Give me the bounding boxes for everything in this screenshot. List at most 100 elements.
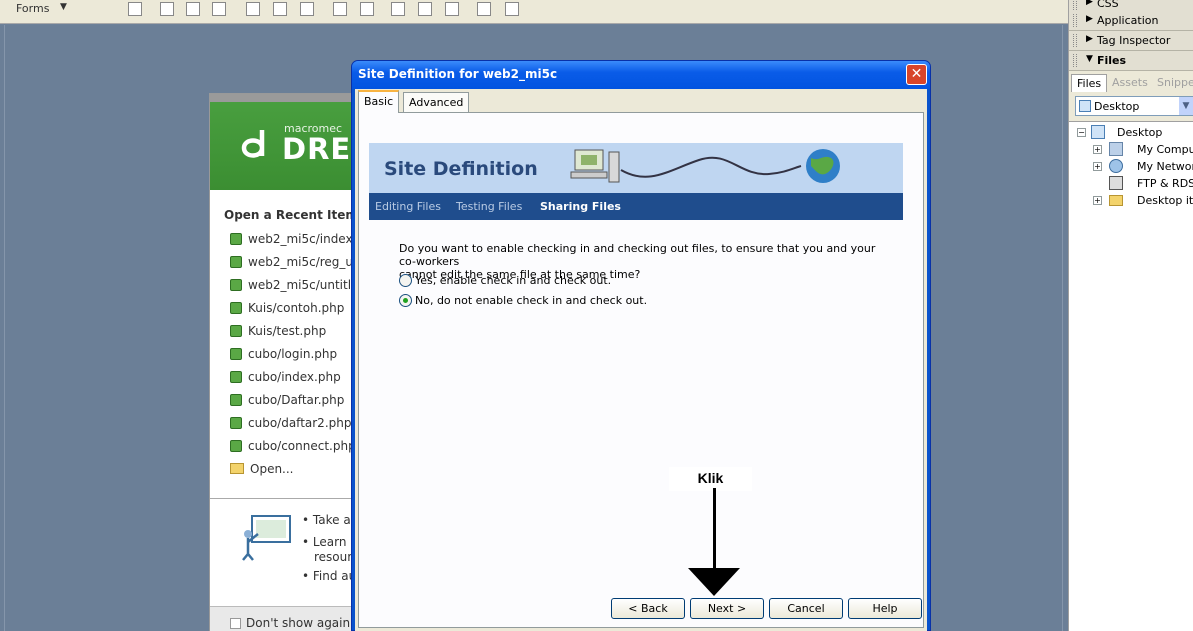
radio-group-icon[interactable] [300,2,314,16]
back-button[interactable]: < Back [611,598,685,619]
tree-label: My Compute [1137,143,1193,156]
tutorial-icon [242,515,291,561]
tab-snippets[interactable]: Snippe [1152,74,1193,92]
recent-item[interactable]: web2_mi5c/untitled [230,278,366,292]
grip-icon[interactable] [1073,34,1077,47]
next-button[interactable]: Next > [690,598,764,619]
tree-label: FTP & RDS S [1137,177,1193,190]
file-field-icon[interactable] [418,2,432,16]
collapse-arrow-icon: ▼ [1086,54,1093,64]
grip-icon[interactable] [1073,0,1077,10]
cancel-button[interactable]: Cancel [769,598,843,619]
open-label: Open... [250,462,294,476]
recent-item-label: Kuis/test.php [248,324,327,338]
grip-icon[interactable] [1073,14,1077,27]
radio-label: No, do not enable check in and check out… [415,294,648,307]
help-link-learn-cont[interactable]: resour [302,551,358,570]
desktop-icon [1079,100,1091,112]
tab-files[interactable]: Files [1071,74,1108,92]
checkbox-icon[interactable] [246,2,260,16]
panel-tag-inspector[interactable]: ▶ Tag Inspector [1069,31,1193,51]
jump-menu-icon[interactable] [360,2,374,16]
radio-yes-checkin[interactable]: Yes, enable check in and check out. [399,274,699,288]
help-link-learn[interactable]: • Learn a [302,536,358,551]
expand-icon[interactable]: + [1093,196,1102,205]
list-menu-icon[interactable] [333,2,347,16]
php-file-icon [230,325,242,337]
divider [210,498,353,499]
expand-arrow-icon: ▶ [1086,0,1093,7]
php-file-icon [230,348,242,360]
folder-icon [1109,195,1123,206]
expand-arrow-icon: ▶ [1086,34,1093,44]
panel-application[interactable]: ▶ Application [1069,11,1193,31]
tree-label: Desktop iter [1137,194,1193,207]
start-page-footer: Don't show again [210,606,353,631]
question-line: Do you want to enable checking in and ch… [399,242,876,268]
image-field-icon[interactable] [391,2,405,16]
recent-item[interactable]: cubo/connect.php [230,439,356,453]
recent-item[interactable]: web2_mi5c/index.p [230,232,364,246]
toolbar-category-label[interactable]: Forms [16,2,49,15]
tree-item-my-network[interactable]: + My Network [1093,159,1193,174]
dont-show-checkbox[interactable] [230,618,241,629]
recent-item[interactable]: Kuis/test.php [230,324,326,338]
recent-item[interactable]: cubo/daftar2.php [230,416,351,430]
tree-item-desktop[interactable]: − Desktop [1077,125,1192,140]
site-definition-dialog: Site Definition for web2_mi5c ✕ Basic Ad… [351,60,931,631]
panel-files[interactable]: ▼ Files [1069,51,1193,71]
fieldset-icon[interactable] [505,2,519,16]
radio-button[interactable] [399,294,412,307]
hidden-field-icon[interactable] [186,2,200,16]
chevron-down-icon[interactable]: ▼ [1179,97,1193,115]
form-icon[interactable] [128,2,142,16]
site-location-select[interactable]: Desktop ▼ [1075,96,1193,116]
dialog-titlebar[interactable]: Site Definition for web2_mi5c ✕ [352,61,930,89]
tree-item-ftp-rds[interactable]: FTP & RDS S [1093,176,1193,191]
recent-item[interactable]: Kuis/contoh.php [230,301,344,315]
panel-label: Files [1097,54,1127,67]
radio-button[interactable] [399,274,412,287]
help-link-label: Take a [312,513,351,527]
recent-item[interactable]: cubo/login.php [230,347,337,361]
dreamweaver-logo-icon [241,130,265,158]
tab-assets[interactable]: Assets [1107,74,1153,92]
textarea-icon[interactable] [212,2,226,16]
label-icon[interactable] [477,2,491,16]
tab-advanced[interactable]: Advanced [403,92,470,112]
tree-item-desktop-items[interactable]: + Desktop iter [1093,193,1193,208]
recent-item[interactable]: cubo/index.php [230,370,341,384]
close-button[interactable]: ✕ [906,64,927,85]
recent-item[interactable]: cubo/Daftar.php [230,393,344,407]
dialog-title: Site Definition for web2_mi5c [358,67,558,81]
radio-no-checkin[interactable]: No, do not enable check in and check out… [399,294,699,308]
php-file-icon [230,302,242,314]
recent-item[interactable]: web2_mi5c/reg_us [230,255,359,269]
recent-items-title: Open a Recent Item [224,208,358,222]
panel-label: Application [1097,14,1159,27]
network-connection-icon [570,149,840,183]
collapse-icon[interactable]: − [1077,128,1086,137]
help-links: • Take a • Learn a resour • Find au [302,514,358,585]
banner-topbar [210,94,353,102]
help-button[interactable]: Help [848,598,922,619]
panel-group: ▶ CSS ▶ Application ▶ Tag Inspector ▼ Fi… [1068,0,1193,631]
expand-icon[interactable]: + [1093,162,1102,171]
dont-show-label: Don't show again [246,616,351,630]
file-tree: − Desktop + My Compute + My Network FTP … [1069,121,1193,631]
open-link[interactable]: Open... [230,462,294,476]
tree-item-my-computer[interactable]: + My Compute [1093,142,1193,157]
radio-button-icon[interactable] [273,2,287,16]
text-field-icon[interactable] [160,2,174,16]
help-link-find[interactable]: • Find au [302,570,358,585]
expand-icon[interactable]: + [1093,145,1102,154]
annotation-arrow-shaft [713,488,716,570]
tab-basic[interactable]: Basic [358,90,400,113]
grip-icon[interactable] [1073,54,1077,67]
help-link-take-tour[interactable]: • Take a [302,514,358,536]
button-icon[interactable] [445,2,459,16]
step-testing-files: Testing Files [456,200,523,213]
brand-big-text: DRE [282,132,352,166]
category-dropdown-icon[interactable]: ▼ [60,2,67,12]
panel-label: Tag Inspector [1097,34,1171,47]
